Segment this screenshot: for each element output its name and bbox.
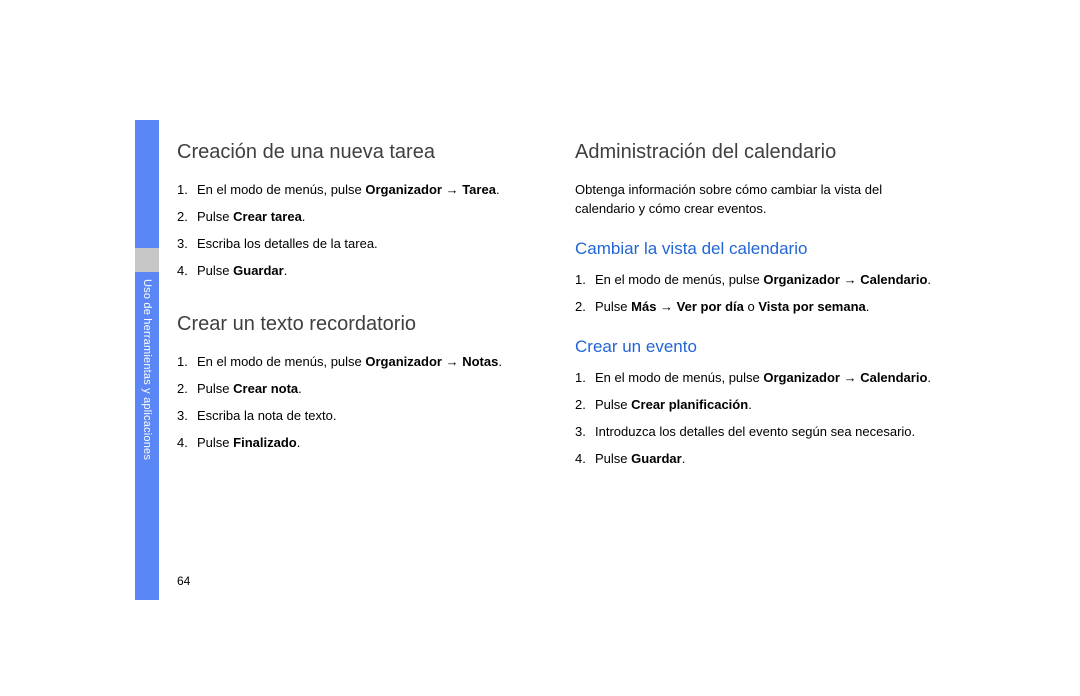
steps-change-view: En el modo de menús, pulse Organizador →… [575, 271, 945, 317]
step-item: Pulse Crear nota. [177, 380, 547, 399]
step-text: . [682, 451, 686, 466]
steps-create-task: En el modo de menús, pulse Organizador →… [177, 181, 547, 280]
step-text: . [284, 263, 288, 278]
page-number: 64 [177, 574, 190, 588]
step-bold: Organizador [365, 182, 442, 197]
step-text: → [442, 182, 462, 197]
side-tab-label: Uso de herramientas y aplicaciones [135, 279, 159, 579]
step-text: Introduzca los detalles del evento según… [595, 424, 915, 439]
step-text: Pulse [595, 397, 631, 412]
steps-create-event: En el modo de menús, pulse Organizador →… [575, 369, 945, 468]
step-bold: Crear nota [233, 381, 298, 396]
step-item: Introduzca los detalles del evento según… [575, 423, 945, 442]
step-text: Pulse [197, 435, 233, 450]
step-text: → [442, 354, 462, 369]
step-text: Pulse [197, 263, 233, 278]
step-item: Escriba los detalles de la tarea. [177, 235, 547, 254]
step-item: Pulse Crear planificación. [575, 396, 945, 415]
step-text: → [840, 370, 860, 385]
section-title-create-memo: Crear un texto recordatorio [177, 312, 547, 337]
subsection-title-create-event: Crear un evento [575, 337, 945, 357]
step-item: En el modo de menús, pulse Organizador →… [177, 353, 547, 372]
step-item: En el modo de menús, pulse Organizador →… [575, 271, 945, 290]
manual-page: Uso de herramientas y aplicaciones Creac… [135, 120, 955, 610]
step-bold: Calendario [860, 272, 927, 287]
calendar-admin-intro: Obtenga información sobre cómo cambiar l… [575, 181, 945, 219]
step-bold: Notas [462, 354, 498, 369]
step-bold: Organizador [365, 354, 442, 369]
step-text: . [297, 435, 301, 450]
step-text: . [927, 272, 931, 287]
step-bold: Más [631, 299, 656, 314]
step-bold: Finalizado [233, 435, 297, 450]
step-item: En el modo de menús, pulse Organizador →… [575, 369, 945, 388]
step-text: . [748, 397, 752, 412]
step-text: o [744, 299, 758, 314]
step-text: En el modo de menús, pulse [197, 354, 365, 369]
step-text: → [656, 299, 676, 314]
step-bold: Guardar [631, 451, 682, 466]
step-text: En el modo de menús, pulse [595, 370, 763, 385]
step-text: . [302, 209, 306, 224]
steps-create-memo: En el modo de menús, pulse Organizador →… [177, 353, 547, 452]
side-tab-grey [135, 248, 159, 272]
step-item: Pulse Guardar. [177, 262, 547, 281]
step-bold: Calendario [860, 370, 927, 385]
step-text: . [496, 182, 500, 197]
step-item: En el modo de menús, pulse Organizador →… [177, 181, 547, 200]
step-item: Pulse Más → Ver por día o Vista por sema… [575, 298, 945, 317]
step-text: → [840, 272, 860, 287]
step-bold: Ver por día [677, 299, 744, 314]
step-bold: Organizador [763, 272, 840, 287]
step-text: En el modo de menús, pulse [595, 272, 763, 287]
step-text: Pulse [595, 451, 631, 466]
step-text: Pulse [595, 299, 631, 314]
step-item: Pulse Finalizado. [177, 434, 547, 453]
step-item: Pulse Crear tarea. [177, 208, 547, 227]
step-bold: Organizador [763, 370, 840, 385]
step-text: . [866, 299, 870, 314]
step-text: Pulse [197, 381, 233, 396]
step-bold: Crear planificación [631, 397, 748, 412]
right-column: Administración del calendario Obtenga in… [575, 140, 945, 477]
step-text: Pulse [197, 209, 233, 224]
step-item: Escriba la nota de texto. [177, 407, 547, 426]
step-bold: Crear tarea [233, 209, 302, 224]
subsection-title-change-view: Cambiar la vista del calendario [575, 239, 945, 259]
step-text: . [298, 381, 302, 396]
left-column: Creación de una nueva tarea En el modo d… [177, 140, 547, 477]
step-bold: Tarea [462, 182, 496, 197]
content-columns: Creación de una nueva tarea En el modo d… [177, 140, 947, 477]
step-text: . [498, 354, 502, 369]
section-title-create-task: Creación de una nueva tarea [177, 140, 547, 165]
step-bold: Vista por semana [758, 299, 865, 314]
step-text: En el modo de menús, pulse [197, 182, 365, 197]
step-text: Escriba la nota de texto. [197, 408, 336, 423]
step-text: . [927, 370, 931, 385]
section-title-calendar-admin: Administración del calendario [575, 140, 945, 165]
step-text: Escriba los detalles de la tarea. [197, 236, 378, 251]
step-bold: Guardar [233, 263, 284, 278]
step-item: Pulse Guardar. [575, 450, 945, 469]
